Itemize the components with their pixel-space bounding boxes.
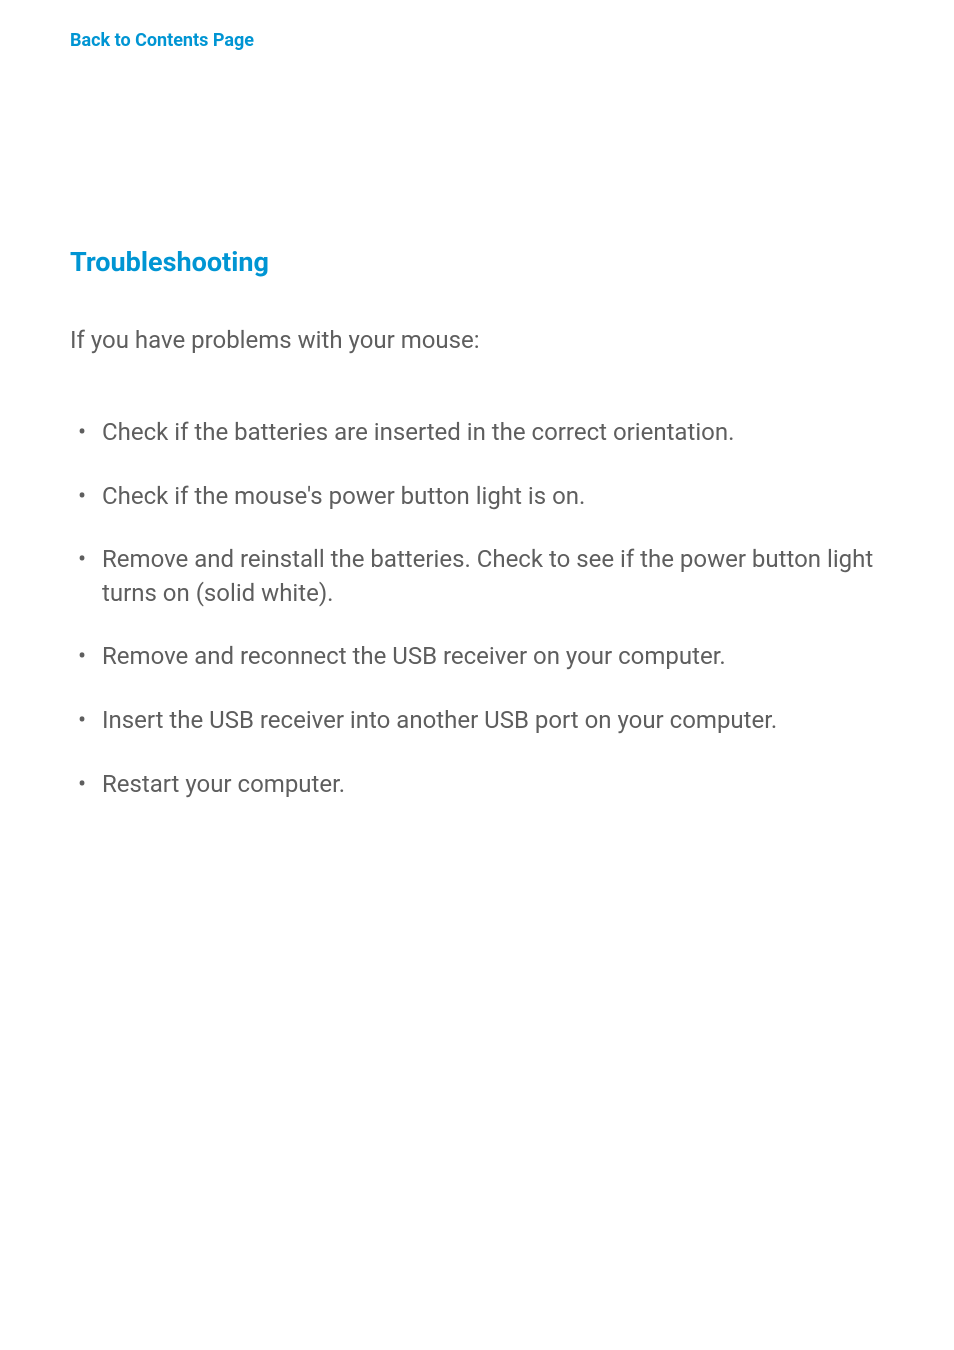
list-item: Remove and reinstall the batteries. Chec… [70,543,884,610]
list-item: Remove and reconnect the USB receiver on… [70,640,884,674]
intro-text: If you have problems with your mouse: [70,326,884,354]
page-heading: Troubleshooting [70,246,884,278]
list-item: Check if the mouse's power button light … [70,480,884,514]
list-item: Check if the batteries are inserted in t… [70,416,884,450]
list-item: Restart your computer. [70,768,884,802]
troubleshooting-list: Check if the batteries are inserted in t… [70,416,884,801]
back-to-contents-link[interactable]: Back to Contents Page [70,30,254,51]
list-item: Insert the USB receiver into another USB… [70,704,884,738]
